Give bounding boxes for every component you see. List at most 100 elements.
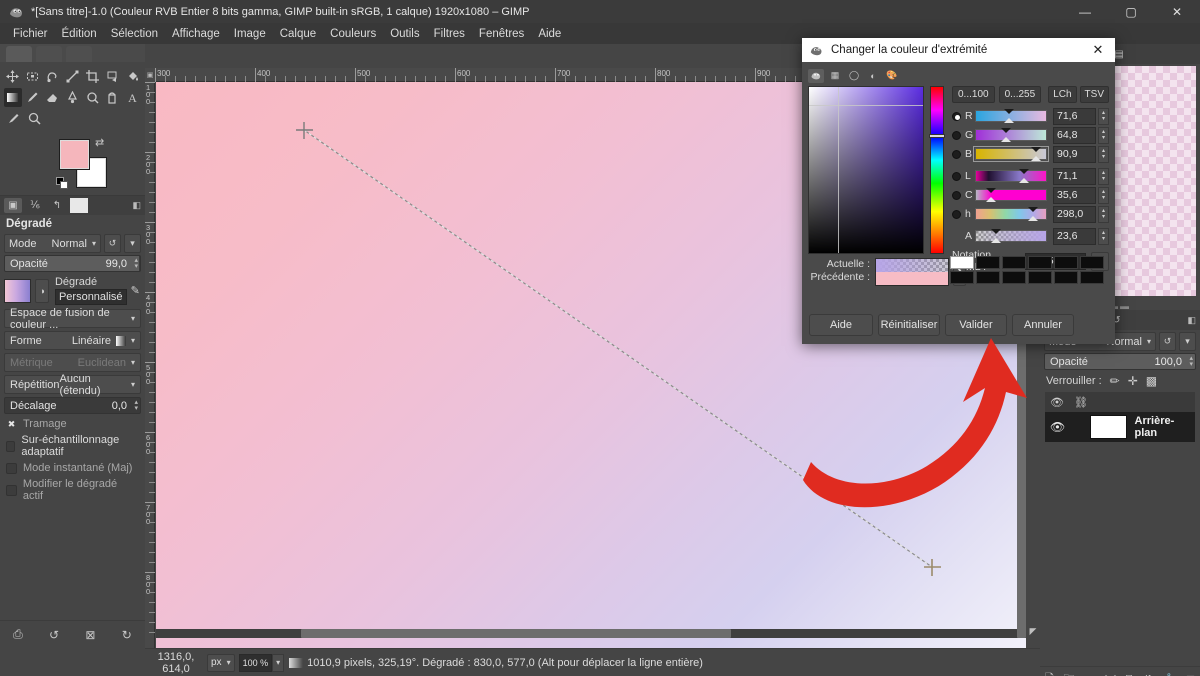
gradient-preview[interactable] [4, 278, 32, 303]
clone-tool-icon[interactable] [103, 88, 121, 107]
channel-value-b[interactable]: 90,9 [1053, 145, 1096, 163]
reverse-gradient-button[interactable]: ◑ [35, 278, 49, 303]
menu-fenetres[interactable]: Fenêtres [472, 26, 531, 42]
channel-radio-c[interactable] [952, 190, 961, 200]
table-row[interactable]: 👁 Arrière-plan [1045, 412, 1195, 442]
toolbox-tab[interactable] [6, 46, 32, 62]
channel-spinner-c[interactable]: ▴ ▾ [1098, 186, 1109, 204]
channel-radio-r[interactable] [952, 111, 961, 121]
channel-spinner-a[interactable]: ▴ ▾ [1098, 227, 1109, 245]
gradient-name[interactable]: Personnalisé [54, 289, 127, 305]
lower-layer-icon[interactable]: ﹀ [1105, 672, 1116, 676]
blend-space-combo[interactable]: Espace de fusion de couleur ... ▾ [4, 307, 141, 331]
move-tool-icon[interactable] [4, 67, 22, 86]
menu-affichage[interactable]: Affichage [165, 26, 227, 42]
toolbox-tab-3[interactable] [66, 46, 92, 62]
transform-tool-icon[interactable] [103, 67, 121, 86]
channel-radio-b[interactable] [952, 149, 961, 159]
gradient-tool-icon[interactable] [4, 88, 22, 107]
layer-mode-chevron[interactable]: ▾ [1179, 332, 1196, 351]
horizontal-scrollbar[interactable] [156, 629, 1026, 638]
layer-opacity-slider[interactable]: Opacité 100,0 ▴ ▾ [1044, 353, 1196, 370]
palette-swatch[interactable] [1080, 271, 1104, 284]
shape-combo[interactable]: Forme Linéaire ▾ [4, 331, 141, 350]
palette-swatch[interactable] [976, 256, 1000, 269]
channel-slider-b[interactable] [973, 146, 1049, 162]
vertical-ruler[interactable]: 100 200 300 400 500 600 700 800 [145, 82, 155, 648]
navigation-preview-button[interactable]: ◤ [1026, 624, 1040, 638]
channel-spinner-h[interactable]: ▴ ▾ [1098, 205, 1109, 223]
palette-swatch[interactable] [1080, 256, 1104, 269]
scrollbar-thumb[interactable] [301, 629, 731, 638]
zoom-field[interactable]: 100 % [238, 653, 273, 672]
eraser-tool-icon[interactable] [44, 88, 62, 107]
layer-name[interactable]: Arrière-plan [1135, 415, 1195, 439]
channel-slider-c[interactable] [975, 188, 1047, 202]
reset-mode-button[interactable]: ↺ [104, 234, 121, 253]
channel-value-r[interactable]: 71,6 [1053, 107, 1096, 125]
layers-menu-icon[interactable]: ◧ [1187, 315, 1196, 326]
gimp-icon-tab[interactable] [808, 68, 824, 83]
canvas-menu-button[interactable]: ▣ [145, 68, 155, 82]
checkbox-supersampling[interactable]: Sur-échantillonnage adaptatif [6, 434, 139, 458]
checkbox-instant-mode[interactable]: Mode instantané (Maj) [6, 462, 139, 474]
current-color-swatch[interactable] [876, 259, 948, 272]
unit-combo[interactable]: px ▾ [207, 653, 235, 672]
channel-value-c[interactable]: 35,6 [1053, 186, 1096, 204]
dialog-close-button[interactable]: ✕ [1081, 38, 1115, 62]
lock-pixels-icon[interactable]: ✏ [1110, 374, 1120, 388]
mode-extra-chevron[interactable]: ▾ [124, 234, 141, 253]
palette-swatch[interactable] [1002, 256, 1026, 269]
default-colors-icon[interactable] [56, 177, 69, 190]
edit-gradient-icon[interactable]: ✎ [130, 281, 141, 301]
rectangle-select-tool-icon[interactable] [24, 67, 42, 86]
previous-color-swatch[interactable] [876, 272, 948, 285]
channel-value-g[interactable]: 64,8 [1053, 126, 1096, 144]
smudge-tool-icon[interactable] [64, 88, 82, 107]
palette-swatch[interactable] [976, 271, 1000, 284]
ok-button[interactable]: Valider [945, 314, 1007, 336]
channel-slider-g[interactable] [975, 128, 1047, 142]
cancel-button[interactable]: Annuler [1012, 314, 1074, 336]
swap-colors-icon[interactable]: ⇄ [95, 136, 104, 149]
save-options-icon[interactable]: ⎙ [13, 627, 23, 642]
repeat-combo[interactable]: Répétition Aucun (étendu) ▾ [4, 373, 141, 397]
channel-spinner-b[interactable]: ▴ ▾ [1098, 145, 1109, 163]
checkbox-tramage[interactable]: ✖ Tramage [6, 418, 139, 430]
offset-spinner[interactable]: ▴ ▾ [134, 399, 138, 412]
lock-alpha-icon[interactable]: ▩ [1146, 374, 1157, 388]
lock-position-icon[interactable]: ✛ [1128, 374, 1138, 388]
tab-device-status-icon[interactable]: ↰ [48, 198, 66, 213]
maximize-button[interactable]: ▢ [1108, 0, 1154, 23]
offset-slider[interactable]: Décalage 0,0 ▴ ▾ [4, 397, 141, 414]
new-layer-icon[interactable]: 🗋 [1045, 670, 1054, 676]
menu-fichier[interactable]: Fichier [6, 26, 55, 42]
delete-options-icon[interactable]: ⊠ [85, 628, 95, 642]
lch-mode-button[interactable]: LCh [1048, 86, 1077, 103]
help-button[interactable]: Aide [809, 314, 873, 336]
saturation-value-square[interactable] [808, 86, 924, 254]
tab-tool-options-icon[interactable]: ▣ [4, 198, 22, 213]
channel-spinner-r[interactable]: ▴ ▾ [1098, 107, 1109, 125]
watercolor-tab-icon[interactable]: ▦ [827, 69, 843, 83]
menu-image[interactable]: Image [227, 26, 273, 42]
tab-images-icon[interactable] [70, 198, 88, 213]
hue-strip[interactable] [930, 86, 944, 254]
text-tool-icon[interactable]: A [123, 88, 141, 107]
circle-tab-icon[interactable]: ◯ [846, 69, 862, 83]
palette-swatch[interactable] [1028, 256, 1052, 269]
opacity-spinner[interactable]: ▴ ▾ [134, 257, 138, 270]
channel-slider-r[interactable] [975, 109, 1047, 123]
tool-options-menu-icon[interactable]: ◧ [132, 200, 141, 211]
palette-swatch[interactable] [1054, 271, 1078, 284]
crop-tool-icon[interactable] [83, 67, 101, 86]
close-button[interactable]: ✕ [1154, 0, 1200, 23]
channel-value-l[interactable]: 71,1 [1053, 167, 1096, 185]
paths-tool-icon[interactable] [64, 67, 82, 86]
channel-radio-g[interactable] [952, 130, 961, 140]
range-0-255-button[interactable]: 0...255 [998, 86, 1042, 103]
palette-tab-icon[interactable]: 🎨 [884, 69, 900, 83]
menu-selection[interactable]: Sélection [104, 26, 165, 42]
menu-calque[interactable]: Calque [273, 26, 323, 42]
channel-slider-a[interactable] [975, 229, 1047, 243]
